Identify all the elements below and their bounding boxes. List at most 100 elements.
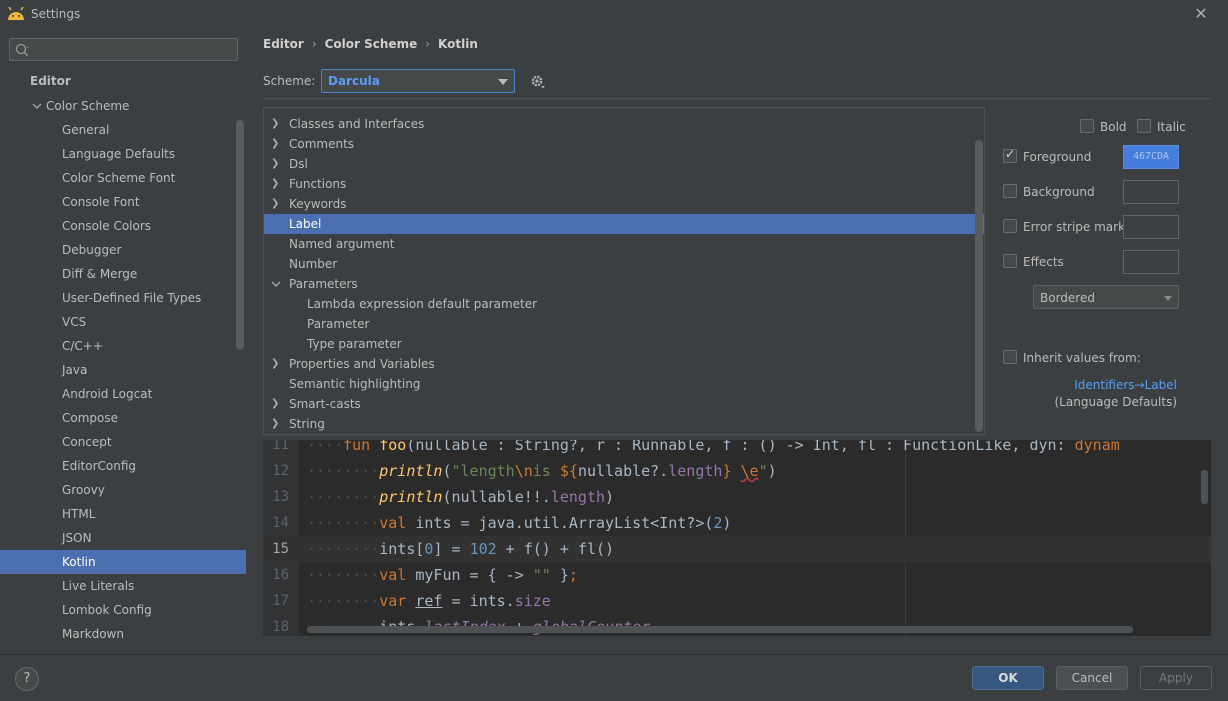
tree-row-label: Functions <box>289 177 347 191</box>
tree-row-named-argument[interactable]: Named argument <box>264 234 984 254</box>
element-tree-scrollbar[interactable] <box>975 140 983 432</box>
sidebar-item-html[interactable]: HTML <box>0 502 246 526</box>
sidebar-item-android-logcat[interactable]: Android Logcat <box>0 382 246 406</box>
sidebar-item-editorconfig[interactable]: EditorConfig <box>0 454 246 478</box>
sidebar-item-label: Console Font <box>62 195 140 209</box>
sidebar-item-label: EditorConfig <box>62 459 137 473</box>
sidebar-item-vcs[interactable]: VCS <box>0 310 246 334</box>
chevron-right-icon[interactable]: ❯ <box>271 174 281 194</box>
tree-row-keywords[interactable]: ❯ Keywords <box>264 194 984 214</box>
sidebar-item-label: VCS <box>62 315 87 329</box>
tree-row-string[interactable]: ❯ String <box>264 414 984 434</box>
bold-checkbox[interactable] <box>1080 119 1094 133</box>
tree-row-label: Classes and Interfaces <box>289 117 425 131</box>
apply-button[interactable]: Apply <box>1140 666 1212 690</box>
code-preview[interactable]: 11 ····fun foo(nullable : String?, r : R… <box>263 440 1211 636</box>
search-input[interactable] <box>36 41 231 58</box>
sidebar-item-editor[interactable]: Editor <box>0 69 246 93</box>
sidebar-item-label: User-Defined File Types <box>62 291 202 305</box>
inherit-link[interactable]: Identifiers→Label <box>1074 378 1177 392</box>
search-box[interactable] <box>9 38 238 61</box>
tree-row-semantic-highlighting[interactable]: Semantic highlighting <box>264 374 984 394</box>
tree-row-dsl[interactable]: ❯ Dsl <box>264 154 984 174</box>
sidebar-item-java[interactable]: Java <box>0 358 246 382</box>
tree-row-type-parameter[interactable]: Type parameter <box>264 334 984 354</box>
tree-row-number[interactable]: Number <box>264 254 984 274</box>
chevron-right-icon[interactable]: ❯ <box>271 154 281 174</box>
inherit-checkbox[interactable] <box>1003 350 1017 364</box>
code-line: 16 ········val myFun = { -> "" }; <box>263 562 1211 588</box>
color-element-tree[interactable]: ❯ Classes and Interfaces ❯ Comments ❯ Dsl ❯… <box>263 107 985 435</box>
effects-style-dropdown[interactable]: Bordered <box>1033 285 1179 309</box>
breadcrumb-item[interactable]: Editor <box>263 37 304 51</box>
sidebar-item-language-defaults[interactable]: Language Defaults <box>0 142 246 166</box>
breadcrumb-item[interactable]: Color Scheme <box>325 37 418 51</box>
chevron-right-icon[interactable]: ❯ <box>271 194 281 214</box>
effects-color-swatch[interactable] <box>1123 250 1179 274</box>
tree-row-lambda-default-parameter[interactable]: Lambda expression default parameter <box>264 294 984 314</box>
tree-row-comments[interactable]: ❯ Comments <box>264 134 984 154</box>
tree-row-label: Smart-casts <box>289 397 361 411</box>
sidebar-scrollbar[interactable] <box>236 120 244 350</box>
sidebar-item-kotlin[interactable]: Kotlin <box>0 550 246 574</box>
sidebar-item-label: Java <box>62 363 88 377</box>
sidebar-item-markdown[interactable]: Markdown <box>0 622 246 646</box>
error-stripe-checkbox[interactable] <box>1003 219 1017 233</box>
sidebar-item-label: Live Literals <box>62 579 135 593</box>
sidebar-item-label: Editor <box>30 74 71 88</box>
breadcrumb-separator-icon: › <box>425 37 431 51</box>
code-line-current: 15 ········ints[0] = 102 + f() + fl() <box>263 536 1211 562</box>
effects-checkbox[interactable] <box>1003 254 1017 268</box>
tree-row-smart-casts[interactable]: ❯ Smart-casts <box>264 394 984 414</box>
tree-row-parameters[interactable]: Parameters <box>264 274 984 294</box>
italic-label: Italic <box>1157 120 1186 134</box>
tree-row-properties-and-variables[interactable]: ❯ Properties and Variables <box>264 354 984 374</box>
gear-icon[interactable] <box>530 74 546 90</box>
sidebar-item-console-colors[interactable]: Console Colors <box>0 214 246 238</box>
code-line: 11 ····fun foo(nullable : String?, r : R… <box>263 440 1211 458</box>
tree-row-parameter[interactable]: Parameter <box>264 314 984 334</box>
sidebar-item-debugger[interactable]: Debugger <box>0 238 246 262</box>
sidebar-item-c-cpp[interactable]: C/C++ <box>0 334 246 358</box>
code-vertical-scrollbar[interactable] <box>1201 470 1208 504</box>
help-icon[interactable]: ? <box>15 667 39 691</box>
chevron-right-icon[interactable]: ❯ <box>271 134 281 154</box>
tree-row-label: Named argument <box>289 237 395 251</box>
code-horizontal-scrollbar[interactable] <box>307 626 1133 633</box>
code-text: ········ints[0] = 102 + f() + fl() <box>307 540 615 558</box>
tree-row-label-selected[interactable]: Label <box>264 214 984 234</box>
chevron-right-icon[interactable]: ❯ <box>271 354 281 374</box>
line-number: 11 <box>272 440 289 453</box>
sidebar-item-console-font[interactable]: Console Font <box>0 190 246 214</box>
sidebar-item-color-scheme[interactable]: Color Scheme <box>0 94 246 118</box>
tree-row-functions[interactable]: ❯ Functions <box>264 174 984 194</box>
sidebar-item-label: Color Scheme Font <box>62 171 176 185</box>
tree-row-label: String <box>289 417 325 431</box>
ok-button[interactable]: OK <box>972 666 1044 690</box>
chevron-down-icon[interactable] <box>271 280 281 288</box>
italic-checkbox[interactable] <box>1137 119 1151 133</box>
chevron-right-icon[interactable]: ❯ <box>271 394 281 414</box>
chevron-right-icon[interactable]: ❯ <box>271 414 281 434</box>
sidebar-item-diff-merge[interactable]: Diff & Merge <box>0 262 246 286</box>
sidebar-item-lombok-config[interactable]: Lombok Config <box>0 598 246 622</box>
sidebar-item-groovy[interactable]: Groovy <box>0 478 246 502</box>
close-icon[interactable]: ✕ <box>1192 5 1210 23</box>
tree-row-classes-and-interfaces[interactable]: ❯ Classes and Interfaces <box>264 114 984 134</box>
scheme-dropdown[interactable]: Darcula <box>321 69 515 93</box>
sidebar-item-compose[interactable]: Compose <box>0 406 246 430</box>
background-color-swatch[interactable] <box>1123 180 1179 204</box>
sidebar-item-general[interactable]: General <box>0 118 246 142</box>
foreground-color-swatch[interactable]: 467CDA <box>1123 145 1179 169</box>
background-checkbox[interactable] <box>1003 184 1017 198</box>
sidebar-item-user-defined-file-types[interactable]: User-Defined File Types <box>0 286 246 310</box>
cancel-button[interactable]: Cancel <box>1056 666 1128 690</box>
chevron-right-icon[interactable]: ❯ <box>271 114 281 134</box>
error-stripe-color-swatch[interactable] <box>1123 215 1179 239</box>
sidebar-item-live-literals[interactable]: Live Literals <box>0 574 246 598</box>
sidebar-item-concept[interactable]: Concept <box>0 430 246 454</box>
sidebar-item-color-scheme-font[interactable]: Color Scheme Font <box>0 166 246 190</box>
chevron-down-icon <box>32 103 42 109</box>
sidebar-item-json[interactable]: JSON <box>0 526 246 550</box>
foreground-checkbox[interactable] <box>1003 147 1017 163</box>
